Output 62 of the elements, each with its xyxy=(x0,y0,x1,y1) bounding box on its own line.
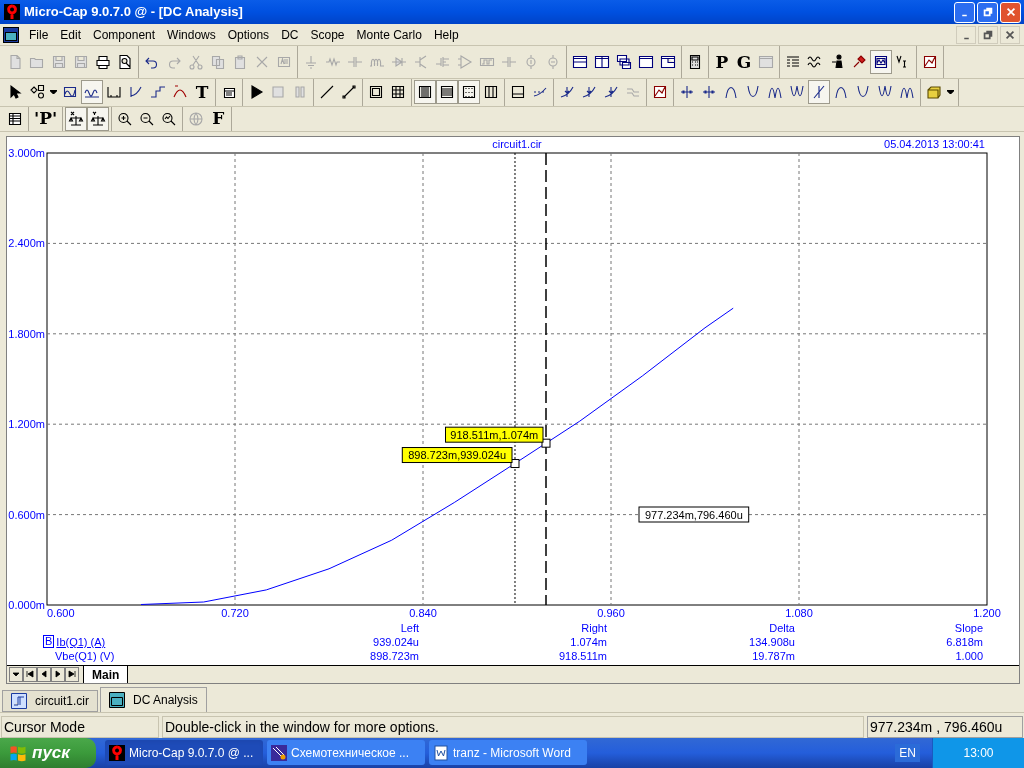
column-header: Left xyxy=(399,621,419,635)
x-tick-label: 0.600 xyxy=(47,607,75,619)
table-cell-text: 918.511m xyxy=(557,649,607,663)
toolbar-button[interactable]: P xyxy=(711,50,733,75)
status-coordinates: 977.234m , 796.460u xyxy=(867,716,1023,738)
annotation: 977.234m,796.460u xyxy=(644,508,743,521)
trace-label[interactable]: Vbe(Q1) (V) xyxy=(55,649,115,663)
column-header: Slope xyxy=(953,621,983,635)
table-cell-text: 898.723m xyxy=(369,649,419,663)
y-tick-label: 1.800m xyxy=(8,327,45,340)
clock: 13:00 xyxy=(963,745,994,762)
trace-label[interactable]: Ib(Q1) (A) xyxy=(56,635,106,649)
cursor-readout: 898.723m,939.024u xyxy=(401,447,513,463)
table-cell-text: 19.787m xyxy=(751,649,795,663)
table-cell-text: 134.908u xyxy=(748,635,795,649)
menu-item[interactable]: Component xyxy=(87,25,162,44)
toolbar-button[interactable]: F xyxy=(207,106,230,131)
x-tick-label: 1.200 xyxy=(973,607,1001,619)
y-tick-label: 1.200m xyxy=(8,418,45,431)
table-cell-text: 1.000 xyxy=(954,649,983,663)
y-tick-label: 0.000m xyxy=(8,599,45,611)
x-tick-label: 0.960 xyxy=(597,607,625,619)
page-tab[interactable]: Main xyxy=(83,666,129,683)
toolbar-button[interactable]: T xyxy=(191,80,213,105)
menu-item[interactable]: Scope xyxy=(304,25,351,44)
column-header: Delta xyxy=(768,621,795,635)
position-readout: 977.234m,796.460u xyxy=(638,506,750,523)
taskbar-item[interactable]: tranz - Microsoft Word xyxy=(429,740,587,766)
window-title: Micro-Cap 9.0.7.0 @ - [DC Analysis] xyxy=(24,3,244,22)
start-button[interactable]: пуск xyxy=(0,738,96,768)
menu-item[interactable]: Help xyxy=(427,25,465,44)
annotation: 918.511m,1.074m xyxy=(450,428,539,441)
menu-item[interactable]: Edit xyxy=(54,25,88,44)
status-mode: Cursor Mode xyxy=(1,716,159,738)
toolbar-button[interactable]: 'P' xyxy=(31,106,61,131)
annotation: 898.723m,939.024u xyxy=(408,449,507,461)
x-tick-label: 0.840 xyxy=(409,607,437,619)
table-cell-text: 1.074m xyxy=(569,635,607,649)
menu-item[interactable]: Options xyxy=(221,25,276,44)
language-indicator[interactable]: EN xyxy=(895,744,920,762)
menu-item[interactable]: DC xyxy=(275,25,305,44)
chart-title: circuit1.cir xyxy=(492,138,542,150)
table-cell-text: 6.818m xyxy=(945,635,983,649)
y-tick-label: 0.600m xyxy=(8,508,45,521)
menu-item[interactable]: Monte Carlo xyxy=(350,25,428,44)
table-cell-text: 939.024u xyxy=(372,635,419,649)
cursor-readout: 918.511m,1.074m xyxy=(445,426,544,443)
timestamp: 05.04.2013 13:00:41 xyxy=(884,138,985,150)
taskbar-item[interactable]: Схемотехническое ... xyxy=(267,740,425,766)
x-tick-label: 0.720 xyxy=(221,607,249,619)
document-tab[interactable]: DC Analysis xyxy=(100,687,207,712)
y-tick-label: 2.400m xyxy=(8,237,45,250)
menu-item[interactable]: File xyxy=(23,25,55,44)
column-header: Right xyxy=(580,621,607,635)
toolbar-button[interactable]: G xyxy=(733,50,755,75)
status-message: Double-click in the window for more options. xyxy=(162,716,864,738)
y-tick-label: 3.000m xyxy=(8,147,45,159)
document-tab[interactable]: circuit1.cir xyxy=(2,690,98,712)
x-tick-label: 1.080 xyxy=(785,607,813,619)
trace-badge: B xyxy=(43,635,55,649)
taskbar-item[interactable]: Micro-Cap 9.0.7.0 @ ... xyxy=(105,740,263,766)
menu-item[interactable]: Windows xyxy=(161,25,222,44)
